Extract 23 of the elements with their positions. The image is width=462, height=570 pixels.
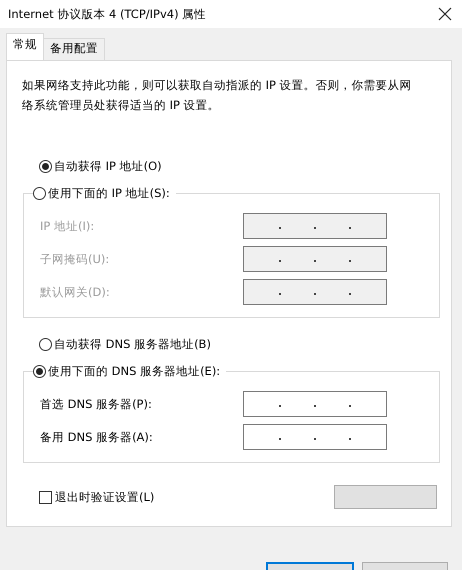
- ip-address-field[interactable]: [243, 213, 387, 239]
- ip-address-field[interactable]: [243, 424, 387, 450]
- field-label: 子网掩码(U):: [40, 252, 110, 266]
- radio-button[interactable]: [33, 364, 46, 378]
- radio-label: 使用下面的 IP 地址(S):: [48, 186, 170, 200]
- tab[interactable]: 常规: [6, 33, 44, 60]
- field-label: 首选 DNS 服务器(P):: [40, 396, 152, 412]
- field-label: IP 地址(I):: [40, 218, 94, 234]
- checkbox-label: 退出时验证设置(L): [55, 490, 154, 504]
- radio-label: 自动获得 DNS 服务器地址(B): [54, 336, 211, 352]
- ip-address-field[interactable]: [243, 246, 387, 272]
- ip-address-field[interactable]: [243, 391, 387, 417]
- window-title: Internet 协议版本 4 (TCP/IPv4) 属性: [8, 6, 206, 22]
- description-text: 如果网络支持此功能，则可以获取自动指派的 IP 设置。否则，你需要从网络系统管理员处获得适当的 IP 设置。: [22, 77, 413, 114]
- close-icon[interactable]: [438, 7, 452, 21]
- tab[interactable]: 备用配置: [43, 38, 105, 60]
- field-label: 默认网关(D):: [40, 284, 110, 300]
- ip-address-field[interactable]: [243, 279, 387, 305]
- field-label: 备用 DNS 服务器(A):: [40, 430, 153, 444]
- radio-label: 自动获得 IP 地址(O): [54, 158, 162, 174]
- radio-button[interactable]: [39, 338, 52, 350]
- checkbox[interactable]: [39, 490, 52, 504]
- radio-label: 使用下面的 DNS 服务器地址(E):: [48, 364, 220, 378]
